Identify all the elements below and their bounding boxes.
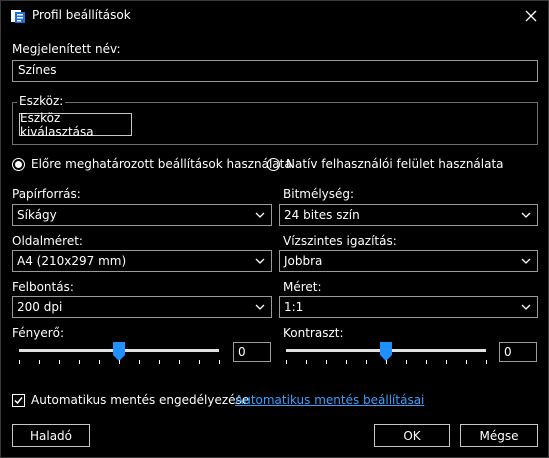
- select-device-button[interactable]: Eszköz kiválasztása: [19, 111, 132, 139]
- size-label: Méret:: [283, 280, 322, 294]
- paper-source-value: Síkágy: [17, 208, 57, 222]
- horizontal-align-value: Jobbra: [284, 254, 323, 268]
- contrast-label: Kontraszt:: [283, 326, 344, 340]
- slider-tick: [159, 360, 160, 364]
- title-bar: Profil beállítások: [1, 1, 548, 31]
- bit-depth-label: Bitmélység:: [283, 187, 355, 201]
- preset-settings-radio[interactable]: [12, 158, 25, 171]
- bit-depth-select[interactable]: 24 bites szín: [279, 204, 538, 226]
- native-ui-radio[interactable]: [267, 158, 280, 171]
- page-size-label: Oldalméret:: [12, 234, 83, 248]
- cancel-button[interactable]: Mégse: [460, 424, 538, 447]
- slider-tick: [99, 360, 100, 364]
- chevron-down-icon: [521, 212, 531, 218]
- brightness-value-input[interactable]: 0: [233, 342, 271, 362]
- resolution-select[interactable]: 200 dpi: [12, 296, 272, 318]
- brightness-label: Fényerő:: [12, 326, 65, 340]
- chevron-down-icon: [521, 304, 531, 310]
- slider-tick: [79, 360, 80, 364]
- page-size-select[interactable]: A4 (210x297 mm): [12, 250, 272, 272]
- chevron-down-icon: [255, 304, 265, 310]
- slider-tick: [219, 360, 220, 364]
- slider-tick: [466, 360, 467, 364]
- chevron-down-icon: [255, 212, 265, 218]
- bit-depth-value: 24 bites szín: [284, 208, 360, 222]
- slider-tick: [39, 360, 40, 364]
- chevron-down-icon: [521, 258, 531, 264]
- autosave-settings-link[interactable]: Automatikus mentés beállításai: [235, 393, 424, 407]
- slider-tick: [406, 360, 407, 364]
- size-select[interactable]: 1:1: [279, 296, 538, 318]
- slider-tick: [306, 360, 307, 364]
- page-size-value: A4 (210x297 mm): [17, 254, 127, 268]
- slider-tick: [426, 360, 427, 364]
- size-value: 1:1: [284, 300, 304, 314]
- display-name-label: Megjelenített név:: [12, 42, 121, 56]
- slider-tick: [119, 360, 120, 364]
- chevron-down-icon: [255, 258, 265, 264]
- slider-tick: [366, 360, 367, 364]
- autosave-checkbox[interactable]: [12, 394, 25, 407]
- profile-settings-dialog: Profil beállítások Megjelenített név: Sz…: [0, 0, 549, 458]
- slider-tick: [326, 360, 327, 364]
- slider-tick: [179, 360, 180, 364]
- slider-tick: [199, 360, 200, 364]
- slider-tick: [386, 360, 387, 364]
- advanced-button[interactable]: Haladó: [12, 424, 90, 447]
- window-title: Profil beállítások: [32, 8, 131, 22]
- resolution-value: 200 dpi: [17, 300, 63, 314]
- display-name-input[interactable]: Színes: [12, 60, 538, 82]
- device-group-label: Eszköz:: [17, 94, 66, 108]
- slider-tick: [486, 360, 487, 364]
- horizontal-align-label: Vízszintes igazítás:: [283, 234, 397, 248]
- slider-tick: [346, 360, 347, 364]
- native-ui-label: Natív felhasználói felület használata: [286, 157, 504, 171]
- app-icon: [10, 8, 26, 24]
- contrast-value-input[interactable]: 0: [499, 342, 537, 362]
- paper-source-select[interactable]: Síkágy: [12, 204, 272, 226]
- slider-tick: [139, 360, 140, 364]
- resolution-label: Felbontás:: [12, 280, 74, 294]
- contrast-slider-thumb[interactable]: [380, 342, 392, 361]
- autosave-label: Automatikus mentés engedélyezése: [31, 393, 250, 407]
- close-icon[interactable]: [520, 5, 542, 27]
- ok-button[interactable]: OK: [374, 424, 450, 447]
- slider-tick: [19, 360, 20, 364]
- brightness-slider-thumb[interactable]: [113, 342, 125, 361]
- slider-tick: [286, 360, 287, 364]
- slider-tick: [59, 360, 60, 364]
- slider-tick: [446, 360, 447, 364]
- horizontal-align-select[interactable]: Jobbra: [279, 250, 538, 272]
- preset-settings-label: Előre meghatározott beállítások használa…: [31, 157, 292, 171]
- check-icon: [14, 397, 23, 405]
- paper-source-label: Papírforrás:: [12, 187, 81, 201]
